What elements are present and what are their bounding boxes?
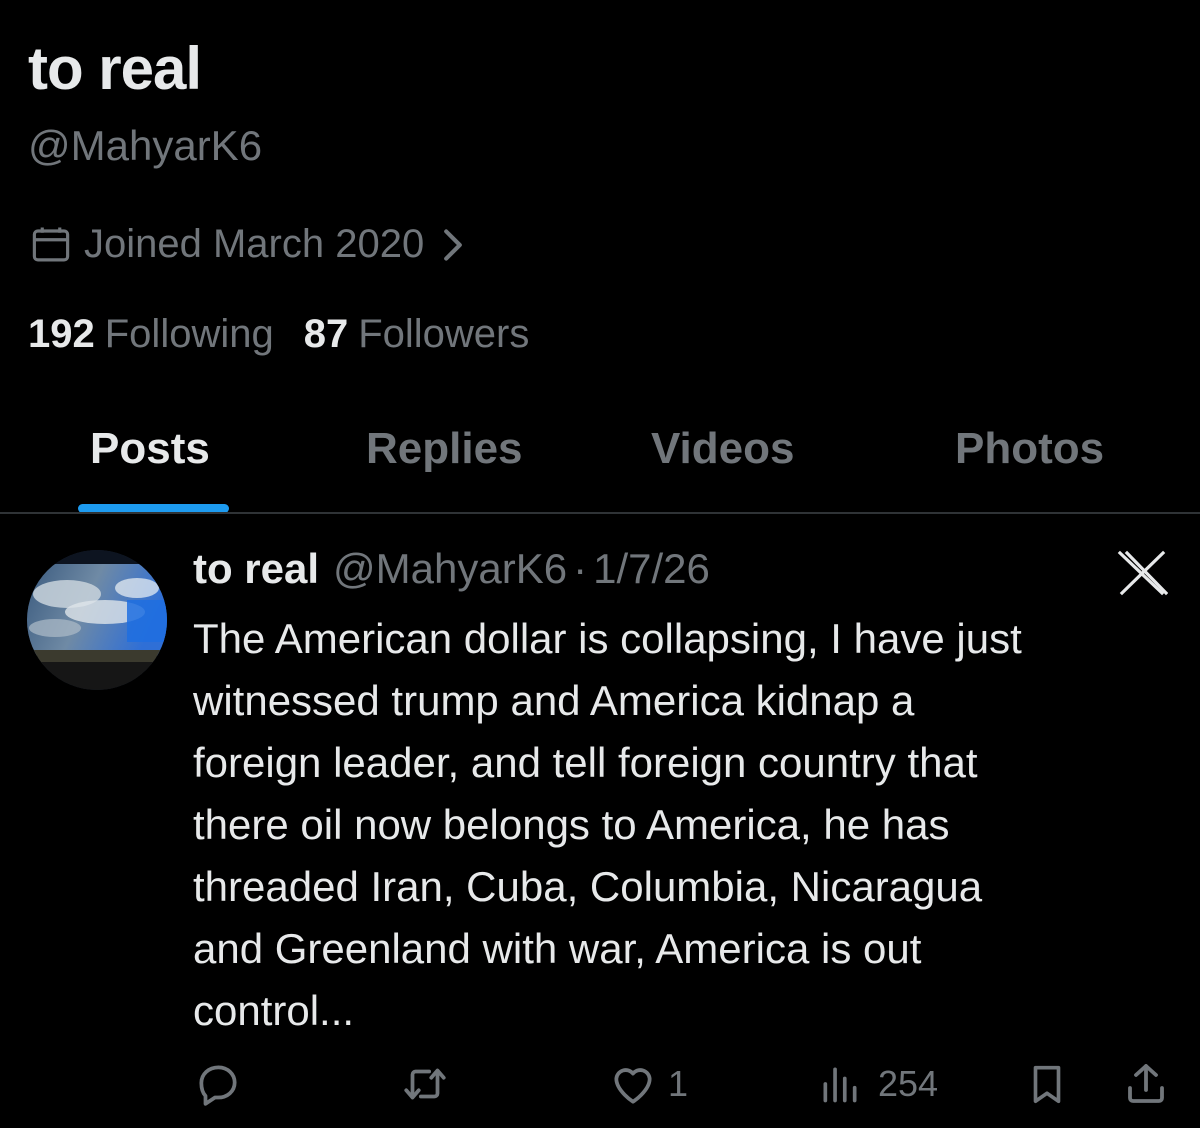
tab-photos[interactable]: Photos <box>955 424 1104 474</box>
bookmark-icon <box>1033 1065 1061 1104</box>
following-count: 192 <box>28 312 95 356</box>
like-button[interactable]: 1 <box>608 1059 688 1109</box>
like-count: 1 <box>668 1063 689 1104</box>
tab-videos[interactable]: Videos <box>651 424 794 474</box>
post-actions: 1 254 <box>0 1055 1200 1115</box>
followers-count: 87 <box>303 312 349 356</box>
reply-button[interactable] <box>193 1059 243 1109</box>
views-icon <box>823 1067 857 1103</box>
post-separator: · <box>573 545 588 592</box>
post-text-line: foreign leader, and tell foreign country… <box>193 739 978 786</box>
heart-icon <box>614 1068 652 1104</box>
profile-display-name: to real <box>28 35 202 102</box>
post-text-line: there oil now belongs to America, he has <box>193 801 950 848</box>
post-text-line: and Greenland with war, America is out <box>193 925 922 972</box>
post-author-handle[interactable]: @MahyarK6 <box>333 545 567 593</box>
x-logo-icon <box>1117 550 1168 596</box>
bookmark-button[interactable] <box>1024 1059 1070 1109</box>
avatar-image <box>27 550 167 690</box>
profile-handle: @MahyarK6 <box>28 122 263 169</box>
calendar-icon <box>32 227 70 261</box>
post-text: The American dollar is collapsing, I hav… <box>193 608 1183 1042</box>
repost-button[interactable] <box>399 1059 451 1109</box>
tab-posts[interactable]: Posts <box>90 424 210 474</box>
following-label: Following <box>104 312 274 356</box>
tab-replies[interactable]: Replies <box>366 424 523 474</box>
followers-label: Followers <box>358 312 530 356</box>
post-text-line: threaded Iran, Cuba, Columbia, Nicaragua <box>193 863 983 910</box>
profile-tabs: Posts Replies Videos Photos <box>0 412 1200 514</box>
post-header: to real @MahyarK6 · 1/7/26 <box>193 545 710 593</box>
repost-icon <box>404 1068 446 1100</box>
share-button[interactable] <box>1122 1059 1170 1109</box>
post-author-name[interactable]: to real <box>193 545 319 593</box>
post-text-line: The American dollar is collapsing, I hav… <box>193 615 1022 662</box>
follow-stats: 192 Following 87 Followers <box>28 312 529 357</box>
views-count: 254 <box>878 1063 939 1104</box>
chevron-right-icon <box>444 228 463 261</box>
followers-link[interactable]: 87 Followers <box>304 312 530 357</box>
joined-date-text: Joined March 2020 <box>84 222 425 266</box>
views-button[interactable]: 254 <box>818 1059 938 1109</box>
post-text-line: witnessed trump and America kidnap a <box>193 677 915 724</box>
following-link[interactable]: 192 Following <box>28 312 274 357</box>
post-avatar[interactable] <box>27 550 167 690</box>
post-text-line: control... <box>193 987 355 1034</box>
tabs-divider <box>0 512 1200 514</box>
reply-icon <box>199 1065 237 1106</box>
share-icon <box>1128 1064 1164 1103</box>
post-date[interactable]: 1/7/26 <box>593 545 710 593</box>
joined-date-row[interactable]: Joined March 2020 <box>30 222 466 267</box>
